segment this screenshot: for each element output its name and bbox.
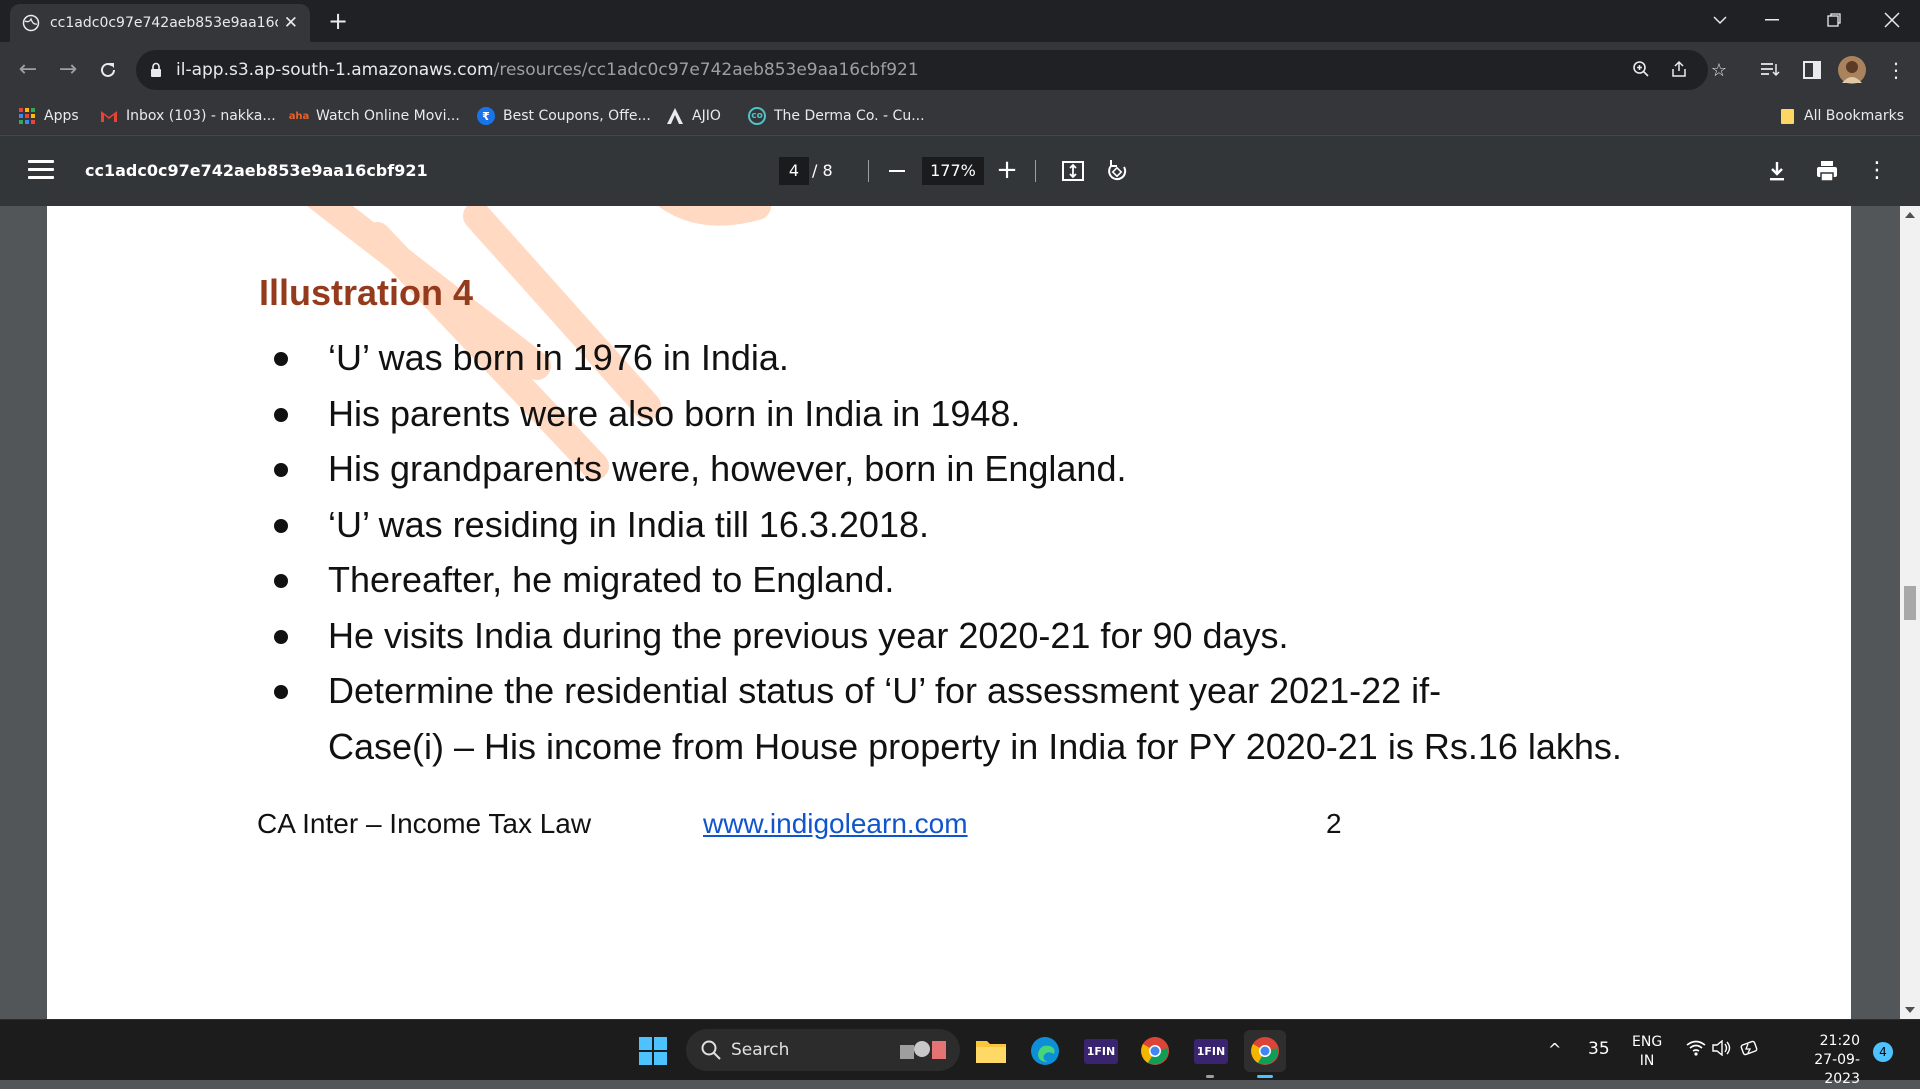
print-icon[interactable] [1812, 156, 1842, 186]
divider [868, 160, 869, 182]
bookmark-inbox[interactable]: Inbox (103) - nakka... [100, 107, 276, 125]
list-item: ‘U’ was residing in India till 16.3.2018… [274, 497, 1674, 553]
list-item: ‘U’ was born in 1976 in India. [274, 330, 1674, 386]
chrome-menu-icon[interactable]: ⋮ [1880, 54, 1912, 86]
all-bookmarks[interactable]: All Bookmarks [1778, 107, 1904, 125]
fit-to-page-icon[interactable] [1058, 156, 1088, 186]
share-icon[interactable] [1668, 60, 1690, 82]
forward-arrow-icon[interactable]: → [52, 54, 84, 86]
wifi-icon[interactable] [1686, 1040, 1706, 1061]
footer-page-number: 2 [1326, 808, 1342, 839]
scrollbar-thumb[interactable] [1904, 586, 1916, 620]
pdf-page: Illustration 4 ‘U’ was born in 1976 in I… [47, 206, 1851, 1019]
1fin-app-icon-2[interactable]: 1FIN [1190, 1030, 1232, 1072]
list-item-continuation: Case(i) – His income from House property… [328, 725, 1622, 767]
pdf-title: cc1adc0c97e742aeb853e9aa16cbf921 [85, 161, 428, 180]
derma-icon: co [748, 107, 766, 125]
reload-icon[interactable] [92, 54, 124, 86]
tab-title: cc1adc0c97e742aeb853e9aa16cbf921 [49, 15, 278, 31]
tab-search-chevron-icon[interactable] [1692, 0, 1748, 40]
scroll-down-arrow-icon[interactable] [1905, 1007, 1915, 1013]
rotate-icon[interactable] [1102, 156, 1132, 186]
illustration-heading: Illustration 4 [259, 272, 474, 313]
running-indicator [1206, 1075, 1214, 1078]
language-indicator[interactable]: ENG IN [1632, 1033, 1662, 1071]
reading-list-icon[interactable] [1754, 54, 1786, 86]
zoom-in-button[interactable]: + [990, 154, 1024, 188]
back-arrow-icon[interactable]: ← [12, 54, 44, 86]
list-item: His parents were also born in India in 1… [274, 386, 1674, 442]
battery-icon[interactable] [1740, 1040, 1760, 1061]
pdf-toolbar: cc1adc0c97e742aeb853e9aa16cbf921 4 / 8 1… [0, 136, 1920, 206]
search-icon [701, 1040, 721, 1060]
list-item: He visits India during the previous year… [274, 608, 1674, 664]
zoom-magnifier-icon[interactable] [1630, 60, 1652, 82]
minimize-button[interactable] [1744, 0, 1800, 40]
list-item: Determine the residential status of ‘U’ … [274, 663, 1674, 719]
bookmark-derma[interactable]: co The Derma Co. - Cu... [748, 107, 925, 125]
tab-strip: cc1adc0c97e742aeb853e9aa16cbf921 ✕ + [0, 0, 1920, 42]
pdf-more-icon[interactable]: ⋮ [1862, 156, 1892, 186]
footer-website-link[interactable]: www.indigolearn.com [703, 808, 968, 840]
new-tab-button[interactable]: + [324, 8, 352, 36]
tray-chevron-up-icon[interactable]: ^ [1548, 1040, 1561, 1059]
bookmark-apps[interactable]: Apps [18, 107, 79, 125]
windows-taskbar: Search 1FIN 1FIN ^ 35 ENG IN 21:20 27-09-… [0, 1019, 1920, 1087]
edge-icon[interactable] [1024, 1030, 1066, 1072]
ajio-icon [667, 108, 683, 124]
bookmark-coupons[interactable]: ₹ Best Coupons, Offe... [477, 107, 651, 125]
url-text: il-app.s3.ap-south-1.amazonaws.com/resou… [176, 60, 919, 80]
active-indicator [1257, 1075, 1273, 1078]
scroll-up-arrow-icon[interactable] [1905, 212, 1915, 218]
bullet-list: ‘U’ was born in 1976 in India. His paren… [274, 330, 1674, 774]
list-item: His grandparents were, however, born in … [274, 441, 1674, 497]
search-highlight-icon [900, 1041, 946, 1059]
page-total: / 8 [812, 161, 833, 180]
vertical-scrollbar[interactable] [1900, 206, 1920, 1019]
folder-icon [1781, 109, 1794, 124]
gmail-icon [101, 111, 117, 122]
notification-badge[interactable]: 4 [1873, 1042, 1893, 1062]
coupon-icon: ₹ [477, 107, 495, 125]
pdf-viewport: Illustration 4 ‘U’ was born in 1976 in I… [0, 206, 1920, 1019]
address-bar[interactable]: il-app.s3.ap-south-1.amazonaws.com/resou… [136, 50, 1727, 90]
movie-site-icon: aha [288, 110, 310, 122]
bookmarks-bar: Apps Inbox (103) - nakka... aha Watch On… [0, 98, 1920, 136]
close-tab-icon[interactable]: ✕ [284, 13, 298, 33]
bookmark-ajio[interactable]: AJIO [666, 107, 721, 125]
browser-tab[interactable]: cc1adc0c97e742aeb853e9aa16cbf921 ✕ [10, 4, 310, 42]
footer-course: CA Inter – Income Tax Law [257, 808, 592, 839]
zoom-out-button[interactable] [880, 154, 914, 188]
browser-toolbar: ← → il-app.s3.ap-south-1.amazonaws.com/r… [0, 42, 1920, 98]
restore-button[interactable] [1806, 0, 1862, 40]
file-explorer-icon[interactable] [970, 1030, 1012, 1072]
chrome-profile-icon[interactable] [1134, 1030, 1176, 1072]
bookmark-star-icon[interactable]: ☆ [1708, 60, 1730, 82]
globe-icon [22, 14, 40, 32]
lock-icon [151, 62, 161, 77]
close-window-button[interactable] [1864, 0, 1920, 40]
hamburger-menu-icon[interactable] [28, 160, 54, 182]
1fin-app-icon[interactable]: 1FIN [1080, 1030, 1122, 1072]
chrome-active-icon[interactable] [1244, 1030, 1286, 1072]
windows-start-icon[interactable] [632, 1030, 674, 1072]
download-icon[interactable] [1762, 156, 1792, 186]
bookmark-movies[interactable]: aha Watch Online Movi... [288, 107, 460, 125]
page-number-input[interactable]: 4 [779, 157, 809, 185]
clock[interactable]: 21:20 27-09-2023 [1780, 1032, 1860, 1089]
divider [1035, 160, 1036, 182]
side-panel-icon[interactable] [1796, 54, 1828, 86]
apps-grid-icon [19, 108, 35, 124]
zoom-level-input[interactable]: 177% [922, 157, 984, 185]
list-item: Thereafter, he migrated to England. [274, 552, 1674, 608]
profile-avatar[interactable] [1838, 56, 1866, 84]
taskbar-search[interactable]: Search [686, 1029, 960, 1071]
volume-icon[interactable] [1712, 1039, 1732, 1061]
tray-count: 35 [1588, 1039, 1610, 1059]
